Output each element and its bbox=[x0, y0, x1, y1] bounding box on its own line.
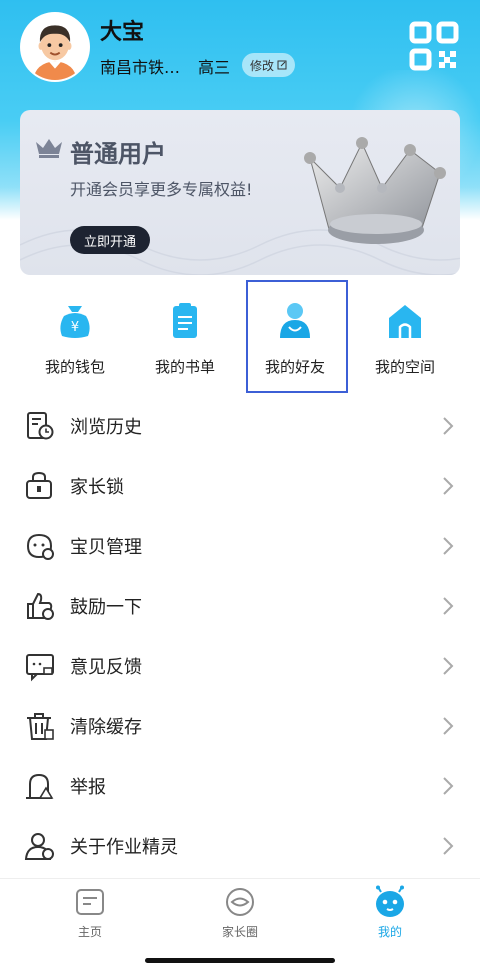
chevron-right-icon bbox=[443, 777, 454, 795]
menu-label: 举报 bbox=[70, 777, 106, 798]
home-indicator bbox=[145, 958, 335, 963]
chevron-right-icon bbox=[443, 417, 454, 435]
quick-label: 我的钱包 bbox=[44, 358, 105, 376]
menu-label: 清除缓存 bbox=[70, 717, 142, 738]
tab-label: 家长圈 bbox=[221, 925, 258, 939]
wallet-icon: ¥ bbox=[60, 306, 90, 338]
menu-label: 鼓励一下 bbox=[70, 597, 142, 618]
menu-label: 浏览历史 bbox=[70, 417, 142, 438]
chevron-right-icon bbox=[443, 477, 454, 495]
quick-entries: ¥ 我的钱包 我的书单 我的好友 我的空间 bbox=[20, 290, 460, 390]
qr-code-button[interactable] bbox=[408, 20, 460, 72]
menu-label: 关于作业精灵 bbox=[70, 837, 178, 858]
report-icon bbox=[26, 773, 54, 799]
menu-item-baby-manage[interactable]: 宝贝管理 bbox=[0, 516, 480, 576]
quick-label: 我的好友 bbox=[264, 358, 325, 376]
crown-small-icon bbox=[36, 139, 62, 158]
chevron-right-icon bbox=[443, 597, 454, 615]
quick-item-booklist[interactable]: 我的书单 bbox=[130, 290, 240, 390]
quick-label: 我的书单 bbox=[154, 358, 215, 376]
user-grade: 高三 bbox=[198, 58, 231, 77]
user-school: 南昌市铁… bbox=[100, 58, 181, 77]
user-name: 大宝 bbox=[100, 20, 145, 45]
baby-manage-icon bbox=[26, 533, 54, 560]
tab-label: 主页 bbox=[77, 925, 102, 939]
trash-icon bbox=[27, 713, 54, 740]
feedback-icon bbox=[26, 654, 54, 682]
edit-label: 修改 bbox=[250, 58, 275, 73]
edit-profile-button[interactable]: 修改 bbox=[242, 53, 296, 77]
vip-title: 普通用户 bbox=[70, 140, 166, 168]
avatar[interactable] bbox=[20, 12, 90, 82]
tab-mine[interactable]: 我的 bbox=[330, 885, 450, 940]
qr-code-icon bbox=[409, 21, 459, 71]
tab-label: 我的 bbox=[377, 925, 402, 939]
menu-label: 宝贝管理 bbox=[70, 537, 142, 558]
chevron-right-icon bbox=[443, 717, 454, 735]
crown-icon bbox=[304, 137, 446, 244]
parent-lock-icon bbox=[26, 471, 52, 499]
menu-label: 家长锁 bbox=[70, 477, 124, 498]
menu-item-about[interactable]: 关于作业精灵 bbox=[0, 816, 480, 876]
menu-item-report[interactable]: 举报 bbox=[0, 756, 480, 816]
quick-item-friends[interactable]: 我的好友 bbox=[240, 290, 350, 390]
quick-label: 我的空间 bbox=[374, 358, 435, 376]
membership-card[interactable]: 普通用户 开通会员享更多专属权益! 立即开通 bbox=[20, 110, 460, 275]
chevron-right-icon bbox=[443, 657, 454, 675]
menu-item-parent-lock[interactable]: 家长锁 bbox=[0, 456, 480, 516]
menu-item-clear-cache[interactable]: 清除缓存 bbox=[0, 696, 480, 756]
menu-label: 意见反馈 bbox=[70, 657, 142, 678]
tab-parent-circle[interactable]: 家长圈 bbox=[180, 885, 300, 940]
chevron-right-icon bbox=[443, 537, 454, 555]
thumbs-up-icon bbox=[27, 592, 54, 620]
history-icon bbox=[27, 412, 54, 440]
friend-icon bbox=[280, 303, 310, 338]
menu-item-feedback[interactable]: 意见反馈 bbox=[0, 636, 480, 696]
parent-circle-icon bbox=[226, 888, 254, 916]
tab-home[interactable]: 主页 bbox=[30, 885, 150, 940]
chevron-right-icon bbox=[443, 837, 454, 855]
mine-robot-icon bbox=[376, 885, 404, 917]
boy-avatar-icon bbox=[22, 14, 88, 80]
open-vip-button[interactable]: 立即开通 bbox=[70, 226, 151, 254]
quick-item-space[interactable]: 我的空间 bbox=[350, 290, 460, 390]
about-icon bbox=[24, 833, 54, 860]
bottom-tab-bar: 主页 家长圈 我的 bbox=[0, 878, 480, 970]
home-tab-icon bbox=[76, 889, 104, 915]
home-space-icon bbox=[389, 305, 421, 338]
quick-item-wallet[interactable]: ¥ 我的钱包 bbox=[20, 290, 130, 390]
edit-icon bbox=[277, 60, 287, 70]
settings-menu: 浏览历史 家长锁 宝贝管理 鼓励一下 意见反馈 清除缓存 举报 关于作业精灵 bbox=[0, 396, 480, 876]
booklist-icon bbox=[173, 303, 197, 338]
svg-text:¥: ¥ bbox=[71, 320, 79, 335]
menu-item-encourage[interactable]: 鼓励一下 bbox=[0, 576, 480, 636]
menu-item-history[interactable]: 浏览历史 bbox=[0, 396, 480, 456]
vip-description: 开通会员享更多专属权益! bbox=[70, 180, 253, 199]
